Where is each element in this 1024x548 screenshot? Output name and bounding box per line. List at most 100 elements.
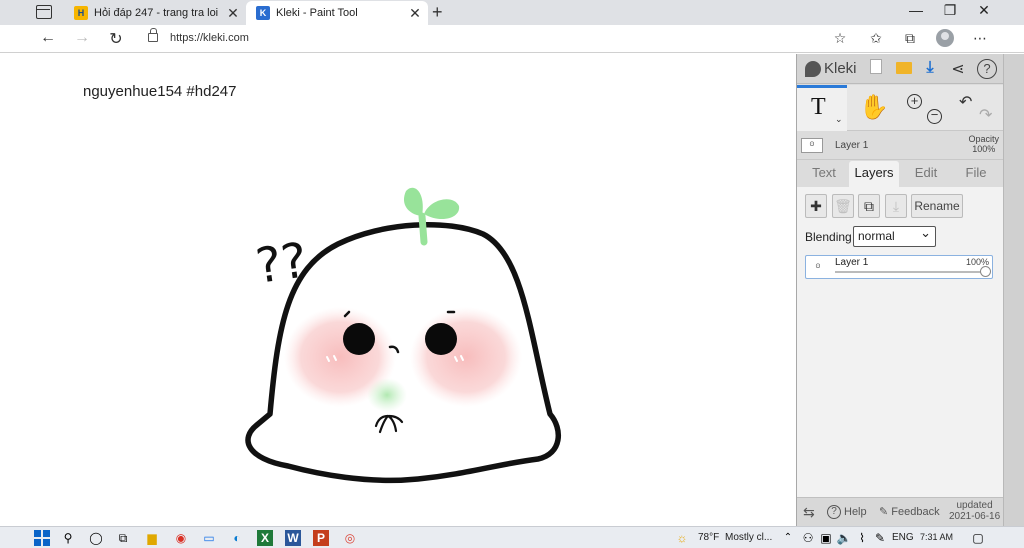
question-marks-doodle: ?? xyxy=(252,232,310,295)
battery-icon[interactable]: ▣ xyxy=(818,530,834,546)
current-layer-bar: ʘ Layer 1 Opacity 100% xyxy=(797,132,1003,160)
tab-title: Kleki - Paint Tool xyxy=(276,7,358,19)
windows-taskbar: ⚲ ◯ ⧉ ▆ ◉ ▭ ◐ X W P ◎ ☼ 78°F Mostly cl..… xyxy=(0,526,1024,548)
swap-side-icon[interactable]: ⇆ xyxy=(803,504,815,521)
hand-tool-icon[interactable]: ✋ xyxy=(859,93,889,122)
right-cheek-blush xyxy=(410,307,522,407)
text-tool-button[interactable]: T ⌄ xyxy=(797,85,847,131)
kleki-side-panel: Kleki ⤓ ⋖ ? T ⌄ ✋ + − ↶ ↷ ʘ Layer 1 Opac… xyxy=(796,54,1024,526)
people-icon[interactable]: ⚇ xyxy=(800,530,816,546)
tab-edit[interactable]: Edit xyxy=(901,161,951,187)
layer-opacity-slider-track[interactable] xyxy=(835,271,987,273)
tab-hoidap[interactable]: H Hỏi đáp 247 - trang tra loi ✕ xyxy=(64,1,246,25)
tab-title: Hỏi đáp 247 - trang tra loi xyxy=(94,7,219,19)
opacity-readout: Opacity 100% xyxy=(968,134,999,154)
sprout-leaf-right xyxy=(424,199,460,220)
kleki-logo[interactable]: Kleki xyxy=(805,60,857,77)
green-spot xyxy=(367,378,407,412)
panel-tabs: Text Layers Edit File xyxy=(797,161,1003,187)
maximize-icon[interactable]: ❐ xyxy=(932,2,968,19)
zoom-in-icon[interactable]: + xyxy=(907,94,922,109)
kleki-favicon-icon: K xyxy=(256,6,270,20)
network-icon[interactable]: ⌇ xyxy=(854,530,870,546)
new-tab-icon[interactable]: + xyxy=(432,2,443,23)
refresh-icon[interactable]: ↻ xyxy=(106,29,126,49)
zoom-out-icon[interactable]: − xyxy=(927,108,942,124)
layer-thumbnail: ʘ xyxy=(815,264,821,270)
drawing-canvas[interactable]: nguyenhue154 #hd247 ?? xyxy=(28,54,796,526)
more-icon[interactable]: ⋯ xyxy=(970,30,990,47)
sprout-stem xyxy=(418,212,428,246)
powerpoint-icon[interactable]: P xyxy=(313,530,329,546)
clock[interactable]: 7:31 AM xyxy=(920,532,953,542)
layer-opacity-slider-handle[interactable] xyxy=(980,266,991,277)
url-field[interactable]: https://kleki.com xyxy=(170,32,249,44)
windows-start-icon[interactable] xyxy=(34,530,50,546)
chevron-down-icon[interactable]: ⌄ xyxy=(835,114,843,125)
add-layer-icon[interactable]: ✚ xyxy=(805,194,827,218)
weather-temperature[interactable]: 78°F xyxy=(698,532,719,543)
delete-layer-icon[interactable]: 🗑 xyxy=(832,194,854,218)
feedback-link[interactable]: ✎ Feedback xyxy=(879,505,940,518)
tool-row: T ⌄ ✋ + − ↶ ↷ xyxy=(797,85,1003,131)
cortana-icon[interactable]: ◯ xyxy=(88,530,104,546)
tab-close-icon[interactable]: ✕ xyxy=(224,5,242,22)
tab-file[interactable]: File xyxy=(951,161,1001,187)
blending-label: Blending xyxy=(805,230,852,244)
panel-header: Kleki ⤓ ⋖ ? xyxy=(797,54,1003,84)
back-icon[interactable]: ← xyxy=(38,29,58,47)
panel-scrollbar[interactable] xyxy=(1003,54,1024,526)
search-icon[interactable]: ⚲ xyxy=(60,530,76,546)
close-window-icon[interactable]: ✕ xyxy=(966,2,1002,19)
browser-titlebar: H Hỏi đáp 247 - trang tra loi ✕ K Kleki … xyxy=(0,0,1024,25)
minimize-icon[interactable]: — xyxy=(898,2,934,18)
tab-actions-icon[interactable] xyxy=(36,5,52,19)
layer-list-item[interactable]: ʘ Layer 1 100% xyxy=(805,255,993,279)
updated-info: updated 2021-06-16 xyxy=(949,500,1001,522)
tab-close-icon[interactable]: ✕ xyxy=(406,5,424,22)
chrome-icon[interactable]: ◎ xyxy=(342,530,358,546)
excel-icon[interactable]: X xyxy=(257,530,273,546)
lock-icon[interactable] xyxy=(148,28,158,42)
monitor-icon[interactable]: ▭ xyxy=(201,530,217,546)
language-indicator[interactable]: ENG xyxy=(892,532,914,543)
profile-avatar[interactable] xyxy=(936,29,954,47)
weather-description[interactable]: Mostly cl... xyxy=(725,532,772,543)
file-explorer-icon[interactable]: ▆ xyxy=(144,530,160,546)
undo-icon[interactable]: ↶ xyxy=(959,92,972,112)
address-bar-row: ← → ↻ https://kleki.com ☆ ✩ ⧉ ⋯ xyxy=(0,25,1024,53)
collections-icon[interactable]: ⧉ xyxy=(900,30,920,47)
help-link[interactable]: ? Help xyxy=(827,505,867,519)
favorites-icon[interactable]: ✩ xyxy=(866,30,886,47)
download-icon[interactable]: ⤓ xyxy=(919,59,941,79)
kleki-logo-icon xyxy=(805,60,821,77)
word-icon[interactable]: W xyxy=(285,530,301,546)
blending-select[interactable]: normal xyxy=(853,223,936,247)
app-icon[interactable]: ◉ xyxy=(173,530,189,546)
open-folder-icon[interactable] xyxy=(893,59,915,79)
tab-kleki[interactable]: K Kleki - Paint Tool ✕ xyxy=(246,1,428,25)
duplicate-layer-icon[interactable]: ⧉ xyxy=(858,194,880,218)
new-image-icon[interactable] xyxy=(865,59,887,79)
sprout-leaf-left xyxy=(403,187,423,216)
hoidap-favicon-icon: H xyxy=(74,6,88,20)
task-view-icon[interactable]: ⧉ xyxy=(115,530,131,546)
help-icon[interactable]: ? xyxy=(977,59,997,79)
redo-icon[interactable]: ↷ xyxy=(979,105,992,125)
tab-text[interactable]: Text xyxy=(799,161,849,187)
tab-layers[interactable]: Layers xyxy=(849,161,899,187)
chevron-up-icon[interactable]: ⌃ xyxy=(780,530,796,546)
forward-icon[interactable]: → xyxy=(72,29,92,47)
favorite-add-icon[interactable]: ☆ xyxy=(830,30,850,47)
text-tool-icon: T xyxy=(811,94,826,120)
merge-layer-icon[interactable]: ⤓ xyxy=(885,194,907,218)
pen-icon[interactable]: ✎ xyxy=(872,530,888,546)
panel-footer: ⇆ ? Help ✎ Feedback updated 2021-06-16 xyxy=(797,497,1003,526)
rename-button[interactable]: Rename xyxy=(911,194,963,218)
edge-icon[interactable]: ◐ xyxy=(229,530,245,546)
weather-icon[interactable]: ☼ xyxy=(674,530,690,546)
volume-icon[interactable]: 🔈 xyxy=(836,530,852,546)
left-eye xyxy=(343,323,375,355)
share-icon[interactable]: ⋖ xyxy=(947,59,969,79)
notification-icon[interactable]: ▢ xyxy=(970,530,986,546)
